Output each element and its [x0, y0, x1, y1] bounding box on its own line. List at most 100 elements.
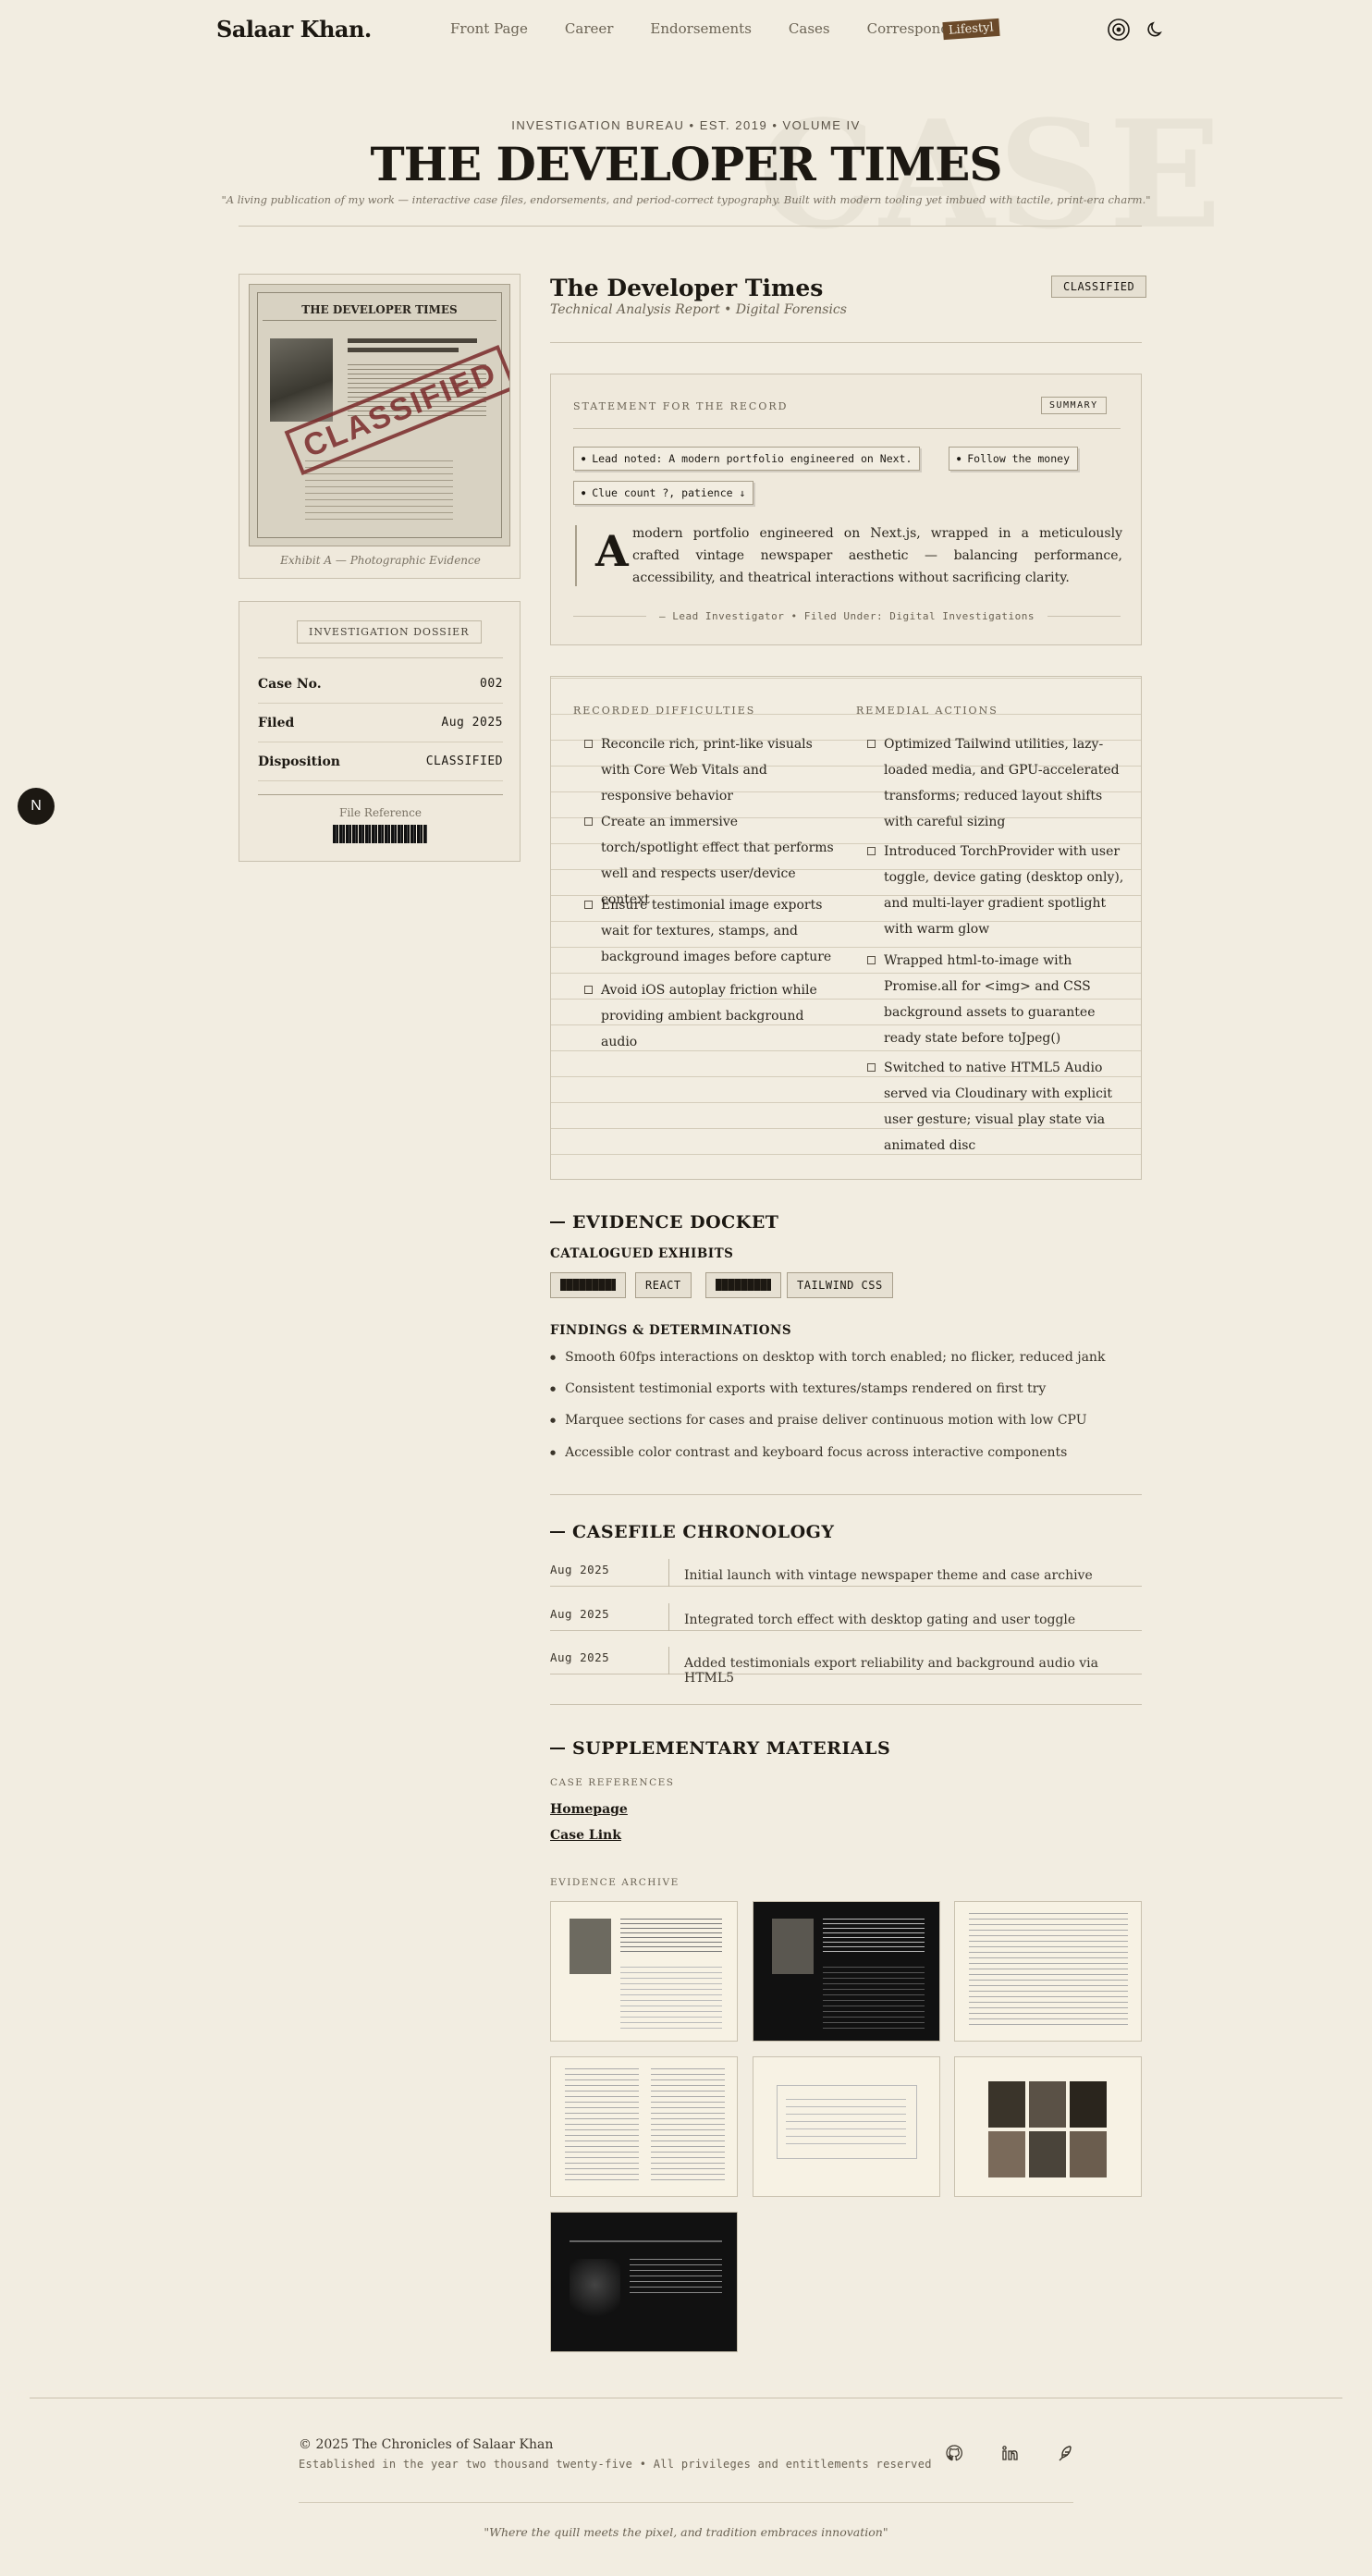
nav-link-cases[interactable]: Cases: [789, 20, 830, 37]
evidence-docket-heading: EVIDENCE DOCKET: [550, 1212, 778, 1233]
timeline-bar: [668, 1647, 669, 1674]
dossier-value: 002: [480, 677, 503, 691]
dossier-value: CLASSIFIED: [425, 754, 503, 768]
dossier-key: Case No.: [258, 676, 322, 692]
section-divider: [550, 1494, 1142, 1495]
timeline-text: Initial launch with vintage newspaper th…: [684, 1568, 1093, 1583]
clue-chip[interactable]: Lead noted: A modern portfolio engineere…: [573, 447, 921, 471]
case-link[interactable]: Case Link: [550, 1828, 621, 1843]
checkbox-icon: [867, 740, 876, 748]
remedies-heading: REMEDIAL ACTIONS: [856, 705, 998, 717]
tech-tag-react: REACT: [635, 1272, 692, 1298]
difficulty-item: Ensure testimonial image exports wait fo…: [584, 892, 834, 970]
clue-chip[interactable]: Clue count ?, patience ↓: [573, 481, 754, 505]
nav-link-front-page[interactable]: Front Page: [450, 20, 528, 37]
classified-badge: CLASSIFIED: [1051, 276, 1147, 298]
clue-chip[interactable]: Follow the money: [949, 447, 1078, 471]
timeline-bar: [668, 1603, 669, 1631]
feather-icon[interactable]: [1055, 2443, 1075, 2463]
linkedin-icon[interactable]: [999, 2443, 1020, 2463]
remedy-item: Optimized Tailwind utilities, lazy-loade…: [867, 731, 1126, 835]
masthead-divider: [239, 226, 1142, 227]
dossier-value: Aug 2025: [441, 716, 503, 730]
archive-thumbnail[interactable]: [954, 2056, 1142, 2197]
statement-margin-rule: [575, 525, 577, 586]
case-references-label: CASE REFERENCES: [550, 1777, 675, 1788]
dossier-title: INVESTIGATION DOSSIER: [297, 620, 482, 644]
evidence-archive-label: EVIDENCE ARCHIVE: [550, 1877, 680, 1888]
investigation-dossier: INVESTIGATION DOSSIER Case No. 002 Filed…: [239, 601, 521, 862]
github-icon[interactable]: [944, 2443, 964, 2463]
redaction-bar: [560, 1279, 616, 1291]
timeline-date: Aug 2025: [550, 1650, 610, 1664]
dossier-divider: [258, 657, 503, 658]
finding-item: Marquee sections for cases and praise de…: [550, 1413, 1086, 1428]
footer-divider: [299, 2502, 1073, 2503]
timeline-date: Aug 2025: [550, 1607, 610, 1621]
timeline-entry: Aug 2025 Integrated torch effect with de…: [550, 1603, 1142, 1631]
remedy-item: Wrapped html-to-image with Promise.all f…: [867, 948, 1126, 1051]
checkbox-icon: [584, 986, 593, 994]
timeline-date: Aug 2025: [550, 1563, 610, 1576]
findings-heading: FINDINGS & DETERMINATIONS: [550, 1323, 792, 1338]
remedy-item: Switched to native HTML5 Audio served vi…: [867, 1055, 1126, 1159]
checkbox-icon: [867, 956, 876, 964]
timeline-entry: Aug 2025 Initial launch with vintage new…: [550, 1559, 1142, 1587]
drop-cap: A: [595, 526, 629, 576]
footer-quote: "Where the quill meets the pixel, and tr…: [484, 2525, 888, 2539]
summary-badge: SUMMARY: [1041, 397, 1107, 414]
exhibit-photo: THE DEVELOPER TIMES CLASSIFIED: [249, 284, 510, 546]
difficulties-heading: RECORDED DIFFICULTIES: [573, 705, 756, 717]
nav-link-career[interactable]: Career: [565, 20, 614, 37]
next-dev-badge[interactable]: N: [18, 788, 55, 825]
statement-signature: — Lead Investigator • Filed Under: Digit…: [659, 610, 1035, 622]
nav-links: Front Page Career Endorsements Cases Cor…: [450, 20, 1020, 37]
timeline-entry: Aug 2025 Added testimonials export relia…: [550, 1647, 1142, 1686]
tech-tag-redacted: [705, 1272, 781, 1298]
dossier-row-case-no: Case No. 002: [258, 665, 503, 704]
torch-toggle-icon[interactable]: [1106, 17, 1132, 43]
finding-item: Smooth 60fps interactions on desktop wit…: [550, 1350, 1105, 1365]
dossier-key: Filed: [258, 715, 295, 730]
tech-tag-redacted: [550, 1272, 626, 1298]
top-nav: Salaar Khan. Front Page Career Endorseme…: [0, 0, 1372, 59]
checkbox-icon: [584, 901, 593, 909]
difficulty-item: Reconcile rich, print-like visuals with …: [584, 731, 834, 809]
footer-established: Established in the year two thousand twe…: [299, 2458, 932, 2471]
moon-icon[interactable]: [1143, 17, 1169, 43]
archive-thumbnail[interactable]: [550, 2212, 738, 2352]
dossier-row-filed: Filed Aug 2025: [258, 704, 503, 742]
checkbox-icon: [584, 817, 593, 826]
redaction-bar: [716, 1279, 771, 1291]
archive-thumbnail[interactable]: [753, 1901, 940, 2042]
dossier-key: Disposition: [258, 754, 340, 769]
case-header-divider: [550, 342, 1142, 343]
case-subtitle: Technical Analysis Report • Digital Fore…: [550, 302, 847, 317]
timeline-text: Added testimonials export reliability an…: [684, 1656, 1098, 1686]
brand-logo[interactable]: Salaar Khan.: [216, 16, 372, 43]
chronology-heading: CASEFILE CHRONOLOGY: [550, 1522, 834, 1542]
finding-item: Accessible color contrast and keyboard f…: [550, 1445, 1067, 1460]
masthead-tagline: "A living publication of my work — inter…: [221, 193, 1151, 206]
statement-divider: [573, 428, 1121, 429]
statement-panel: STATEMENT FOR THE RECORD SUMMARY Lead no…: [550, 374, 1142, 645]
supplementary-heading: SUPPLEMENTARY MATERIALS: [550, 1738, 890, 1759]
archive-thumbnail[interactable]: [954, 1901, 1142, 2042]
archive-thumbnail[interactable]: [550, 2056, 738, 2197]
file-reference-barcode: [333, 825, 427, 843]
homepage-link[interactable]: Homepage: [550, 1802, 628, 1817]
nav-link-endorsements[interactable]: Endorsements: [650, 20, 751, 37]
file-reference-label: File Reference: [339, 806, 422, 819]
statement-body: modern portfolio engineered on Next.js, …: [632, 526, 1122, 585]
exhibit-photo-card: THE DEVELOPER TIMES CLASSIFIED Exhibit A…: [239, 274, 521, 579]
checkbox-icon: [867, 1063, 876, 1072]
archive-thumbnail[interactable]: [550, 1901, 738, 2042]
dossier-row-disposition: Disposition CLASSIFIED: [258, 742, 503, 781]
masthead-title: THE DEVELOPER TIMES: [370, 137, 1003, 191]
timeline-text: Integrated torch effect with desktop gat…: [684, 1613, 1076, 1627]
case-title: The Developer Times: [550, 275, 824, 301]
archive-thumbnail[interactable]: [753, 2056, 940, 2197]
catalogued-exhibits-heading: CATALOGUED EXHIBITS: [550, 1246, 734, 1261]
finding-item: Consistent testimonial exports with text…: [550, 1381, 1046, 1396]
exhibit-caption: Exhibit A — Photographic Evidence: [280, 554, 481, 567]
